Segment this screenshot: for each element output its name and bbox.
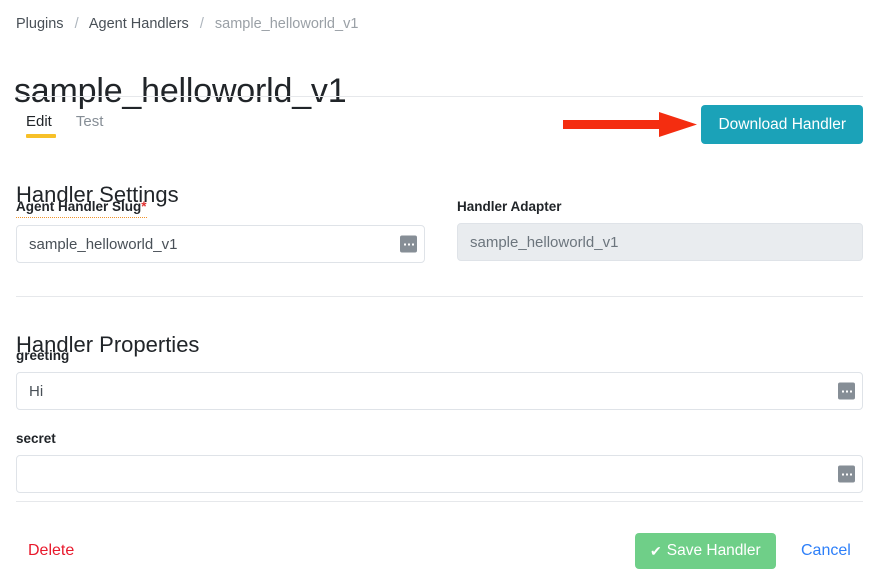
download-handler-label: Download Handler [718, 115, 846, 133]
download-handler-button[interactable]: Download Handler [701, 105, 863, 144]
handler-adapter-label: Handler Adapter [457, 199, 562, 214]
handler-adapter-input-wrap [457, 223, 863, 261]
tab-bar: Edit Test [16, 112, 115, 146]
tab-test[interactable]: Test [64, 112, 116, 146]
breadcrumb-item-current: sample_helloworld_v1 [214, 16, 359, 32]
breadcrumb-item-agent-handlers[interactable]: Agent Handlers [89, 16, 189, 32]
cancel-button[interactable]: Cancel [801, 540, 851, 562]
breadcrumb-item-plugins[interactable]: Plugins [16, 16, 64, 32]
tab-edit-label: Edit [26, 113, 52, 130]
secret-input-wrap [16, 455, 863, 493]
breadcrumb: Plugins / Agent Handlers / sample_hellow… [16, 14, 358, 34]
breadcrumb-separator: / [74, 16, 79, 32]
field-secret: secret [16, 430, 863, 493]
save-handler-button[interactable]: ✔ Save Handler [635, 533, 776, 569]
secret-input[interactable] [16, 455, 863, 493]
secret-label: secret [16, 431, 56, 446]
tab-active-indicator [26, 134, 56, 138]
greeting-label: greeting [16, 348, 70, 363]
agent-handler-slug-label: Agent Handler Slug* [16, 198, 147, 218]
tab-edit[interactable]: Edit [16, 112, 64, 146]
check-icon: ✔ [650, 543, 662, 559]
field-greeting: greeting [16, 347, 863, 410]
tab-test-label: Test [75, 113, 104, 130]
field-handler-adapter: Handler Adapter [457, 198, 863, 261]
field-agent-handler-slug: Agent Handler Slug* [16, 198, 425, 263]
breadcrumb-separator: / [199, 16, 204, 32]
save-handler-label: Save Handler [666, 542, 761, 559]
annotation-arrow-icon [563, 110, 703, 139]
divider-below-title [16, 96, 863, 97]
handler-edit-page: Plugins / Agent Handlers / sample_hellow… [0, 0, 879, 582]
handler-adapter-input [457, 223, 863, 261]
greeting-input-wrap [16, 372, 863, 410]
divider-below-settings [16, 296, 863, 297]
required-marker: * [141, 199, 147, 214]
delete-button[interactable]: Delete [28, 540, 74, 562]
agent-handler-slug-input-wrap [16, 225, 425, 263]
ellipsis-handle-icon[interactable] [838, 465, 855, 483]
greeting-input[interactable] [16, 372, 863, 410]
agent-handler-slug-input[interactable] [16, 225, 425, 263]
divider-above-actions [16, 501, 863, 502]
ellipsis-handle-icon[interactable] [400, 235, 417, 253]
page-title: sample_helloworld_v1 [14, 71, 347, 110]
ellipsis-handle-icon[interactable] [838, 382, 855, 400]
